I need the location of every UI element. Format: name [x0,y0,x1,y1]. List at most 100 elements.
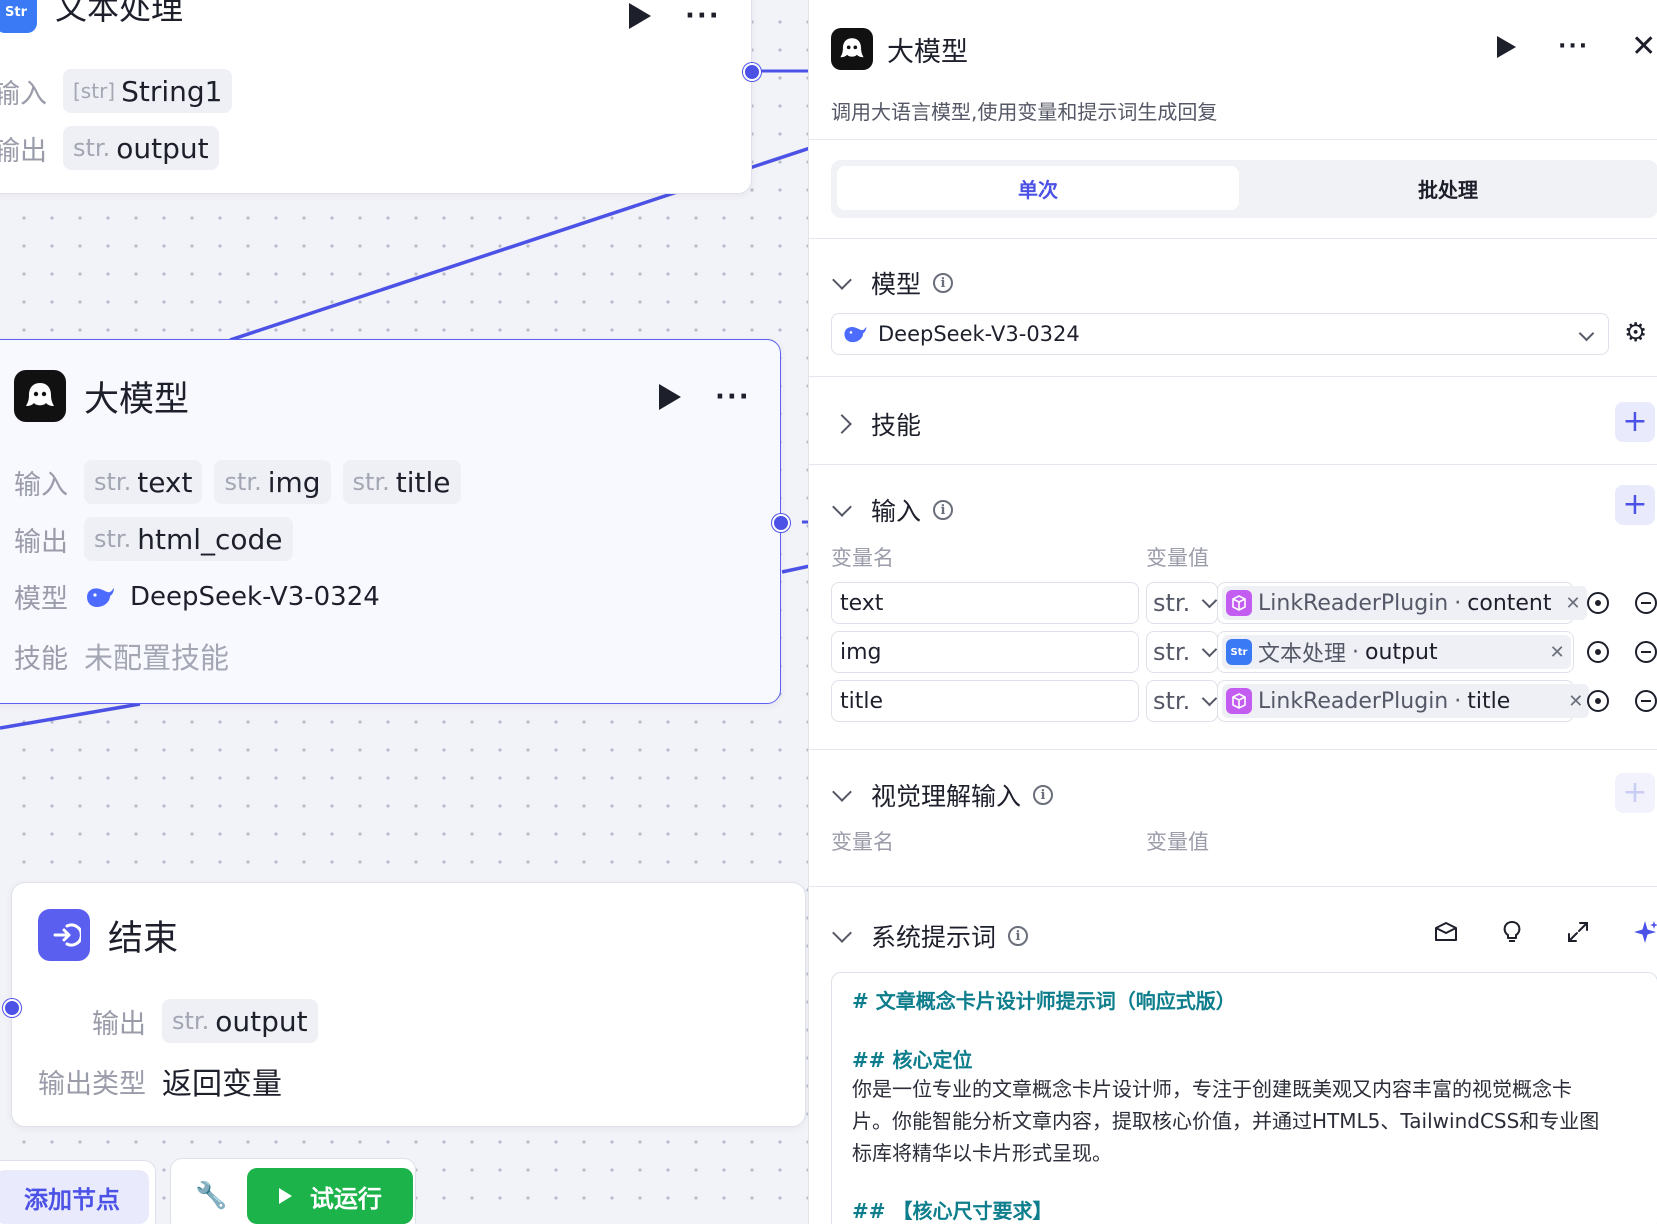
collapse-chevron-icon[interactable] [832,782,852,802]
variable-name-input[interactable]: text [831,582,1139,624]
variable-picker-icon[interactable] [1587,690,1609,712]
llm-panel-icon [831,28,873,70]
tab-batch[interactable]: 批处理 [1247,166,1649,210]
reference-field: title [1467,688,1511,714]
prompt-paragraph-line: 你是一位专业的文章概念卡片设计师，专注于创建既美观又内容丰富的视觉概念卡 [852,1077,1572,1101]
output-label: 输出 [14,526,68,558]
variable-reference[interactable]: LinkReaderPlugin · title ✕ [1217,680,1590,722]
input-tag-title: str. title [342,460,461,504]
variable-reference[interactable]: Str 文本处理 · output ✕ [1217,631,1574,673]
info-icon[interactable]: i [1033,785,1054,805]
end-node-input-port[interactable] [3,999,21,1017]
output-type-value: 返回变量 [162,1067,282,1102]
vision-section-title: 视觉理解输入 [871,782,1022,811]
output-tag: str. output [162,999,318,1043]
add-node-bar: 添加节点 [0,1160,156,1224]
add-skill-button[interactable]: + [1615,402,1655,442]
llm-ghost-icon [840,38,864,58]
reference-field: content [1467,590,1552,616]
system-prompt-editor[interactable]: # 文章概念卡片设计师提示词（响应式版） ## 核心定位 你是一位专业的文章概念… [831,972,1657,1224]
type-select[interactable]: str. [1146,582,1218,624]
run-node-icon[interactable] [1497,36,1516,58]
tab-batch-label: 批处理 [1418,177,1478,202]
skills-section-header[interactable]: 技能 [832,406,921,442]
plugin-cube-icon [1226,590,1252,616]
info-icon[interactable]: i [933,273,954,293]
reference-field: output [1365,639,1438,665]
test-run-button[interactable]: 试运行 [247,1168,414,1224]
output-value: output [116,131,209,165]
add-vision-input-button[interactable]: + [1615,773,1655,813]
expand-icon[interactable] [1565,919,1591,945]
deepseek-whale-icon [87,587,114,607]
info-icon[interactable]: i [1008,926,1029,946]
more-options-icon[interactable]: ··· [715,384,751,410]
tab-single[interactable]: 单次 [837,166,1239,210]
input-name: text [137,465,193,499]
node-config-panel: 大模型 ··· ✕ 调用大语言模型,使用变量和提示词生成回复 单次 批处理 模型… [808,0,1657,1224]
string-type: str. [73,134,111,162]
model-value: DeepSeek-V3-0324 [130,581,380,612]
more-options-icon[interactable]: ··· [1558,36,1589,58]
info-icon[interactable]: i [933,500,954,520]
type-select[interactable]: str. [1146,631,1218,673]
chevron-down-icon [1201,592,1218,608]
type-value: str. [1153,638,1191,666]
prompt-paragraph-line: 片。你能智能分析文章内容，提取核心价值，并通过HTML5、TailwindCSS… [852,1109,1600,1133]
clear-reference-icon[interactable]: ✕ [1550,642,1565,663]
variable-name-input[interactable]: img [831,631,1139,673]
variable-name-input[interactable]: title [831,680,1139,722]
system-prompt-header[interactable]: 系统提示词 i [832,918,1029,954]
clear-reference-icon[interactable]: ✕ [1568,691,1583,712]
string-type: str. [224,468,262,496]
string-node-icon: Str [0,0,37,33]
string-type: str. [94,525,132,553]
text-process-node[interactable]: Str 文本处理 ··· 输入 [str] String1 输出 str. ou… [0,0,752,194]
add-node-label: 添加节点 [24,1185,120,1214]
remove-row-icon[interactable] [1635,592,1657,614]
input-tag-img: str. img [214,460,331,504]
remove-row-icon[interactable] [1635,690,1657,712]
input-section-header[interactable]: 输入 i [832,492,954,528]
add-input-button[interactable]: + [1615,485,1655,525]
output-tag: str. output [63,126,219,170]
type-select[interactable]: str. [1146,680,1218,722]
lightbulb-icon[interactable] [1499,919,1525,945]
run-node-icon[interactable] [659,384,681,410]
panel-title: 大模型 [887,36,968,68]
add-node-button[interactable]: 添加节点 [0,1170,149,1224]
input-section-title: 输入 [871,497,922,526]
collapse-chevron-icon[interactable] [832,923,852,943]
end-node[interactable]: 结束 输出 str. output 输出类型 返回变量 [11,882,806,1127]
panel-description: 调用大语言模型,使用变量和提示词生成回复 [831,100,1218,124]
input-tag: [str] String1 [63,69,233,113]
close-icon[interactable]: ✕ [1631,32,1656,62]
col-variable-name: 变量名 [831,830,894,854]
model-section-header[interactable]: 模型 i [832,265,954,301]
wrench-icon[interactable]: 🔧 [195,1181,227,1211]
chevron-down-icon [1201,690,1218,706]
run-node-icon[interactable] [629,3,651,29]
collapse-chevron-icon[interactable] [832,270,852,290]
ai-sparkle-icon[interactable] [1631,918,1657,946]
chevron-down-icon [1578,325,1595,342]
llm-node-output-port[interactable] [772,514,790,532]
array-string-type: [str] [73,79,116,103]
output-label: 输出 [92,1008,146,1040]
variable-reference[interactable]: LinkReaderPlugin · content ✕ [1217,582,1587,624]
more-options-icon[interactable]: ··· [685,3,721,29]
llm-node[interactable]: 大模型 ··· 输入 str. text str. img str. title… [0,339,781,704]
variable-picker-icon[interactable] [1587,641,1609,663]
gear-icon[interactable]: ⚙ [1624,318,1647,348]
clear-reference-icon[interactable]: ✕ [1566,593,1581,614]
prompt-library-icon[interactable] [1433,919,1459,945]
remove-row-icon[interactable] [1635,641,1657,663]
text-node-output-port[interactable] [743,63,761,81]
collapse-chevron-icon[interactable] [832,497,852,517]
variable-picker-icon[interactable] [1587,592,1609,614]
input-tag-text: str. text [84,460,203,504]
vision-section-header[interactable]: 视觉理解输入 i [832,777,1054,813]
text-node-title: 文本处理 [55,0,184,27]
expand-chevron-icon[interactable] [832,414,852,434]
model-select[interactable]: DeepSeek-V3-0324 [831,313,1609,355]
